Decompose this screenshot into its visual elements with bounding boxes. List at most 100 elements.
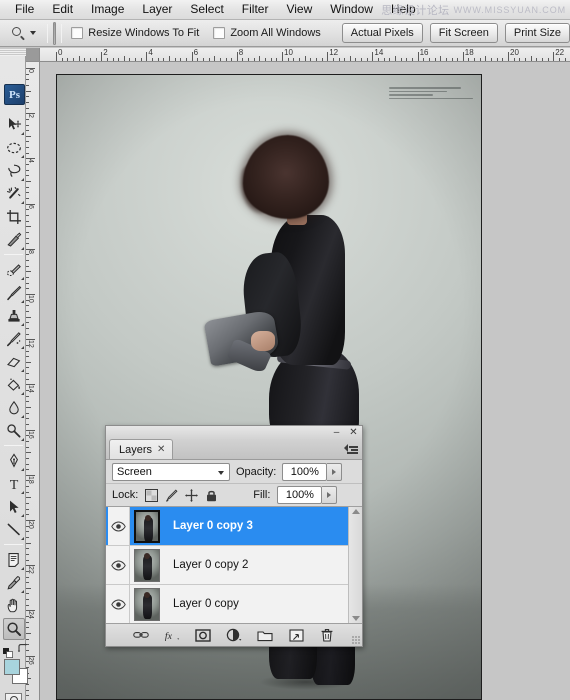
menu-item-select[interactable]: Select [181, 1, 232, 18]
tool-expand-corner[interactable] [21, 392, 24, 395]
panel-menu-button[interactable] [344, 444, 358, 456]
layer-style-button[interactable]: fx [164, 627, 180, 643]
tool-expand-corner[interactable] [21, 468, 24, 471]
tool-expand-corner[interactable] [21, 346, 24, 349]
notes-tool[interactable] [3, 549, 25, 571]
layer-visibility-toggle[interactable] [108, 507, 130, 545]
layer-name[interactable]: Layer 0 copy [173, 598, 239, 610]
path-selection-tool[interactable] [3, 496, 25, 518]
zoom-all-windows-row[interactable]: Zoom All Windows [213, 27, 321, 39]
tool-expand-corner[interactable] [21, 537, 24, 540]
zoom-in-button[interactable] [54, 22, 56, 44]
tool-expand-corner[interactable] [21, 514, 24, 517]
eraser-tool[interactable] [3, 351, 25, 373]
resize-windows-to-fit-row[interactable]: Resize Windows To Fit [71, 27, 199, 39]
menu-item-layer[interactable]: Layer [133, 1, 181, 18]
lock-all-icon[interactable] [205, 489, 218, 502]
pen-tool[interactable] [3, 450, 25, 472]
layer-list[interactable]: Layer 0 copy 3 Layer 0 copy 2 Layer 0 co… [106, 507, 362, 624]
toolbox-drag-handle[interactable] [0, 48, 26, 56]
table-row[interactable]: Layer 0 copy 2 [106, 546, 362, 585]
lock-transparent-pixels-icon[interactable] [145, 488, 159, 502]
layer-thumbnail[interactable] [134, 509, 160, 543]
lock-image-pixels-icon[interactable] [165, 488, 178, 502]
new-fill-adjustment-button[interactable] [226, 627, 242, 643]
default-colors-icon[interactable] [3, 645, 13, 658]
tab-layers[interactable]: Layers ✕ [109, 439, 174, 459]
close-icon[interactable]: ✕ [348, 427, 359, 438]
magic-wand-tool[interactable] [3, 183, 25, 205]
horizontal-ruler[interactable]: 0 2 4 6 8 10 12 14 16 18 20 22 [40, 48, 570, 62]
tool-expand-corner[interactable] [21, 178, 24, 181]
menu-item-file[interactable]: File [6, 1, 43, 18]
menu-item-edit[interactable]: Edit [43, 1, 82, 18]
eyedropper-tool[interactable] [3, 572, 25, 594]
fill-slider-button[interactable] [322, 486, 338, 504]
history-brush-tool[interactable] [3, 328, 25, 350]
zoom-all-windows-checkbox[interactable] [213, 27, 226, 39]
move-tool[interactable] [3, 114, 25, 136]
menu-item-filter[interactable]: Filter [233, 1, 278, 18]
foreground-color-swatch[interactable] [4, 659, 20, 675]
type-tool[interactable]: T [3, 473, 25, 495]
scroll-up-icon[interactable] [351, 509, 360, 514]
fit-screen-button[interactable]: Fit Screen [429, 23, 498, 43]
layer-visibility-toggle[interactable] [108, 585, 130, 623]
tool-expand-corner[interactable] [21, 491, 24, 494]
tool-expand-corner[interactable] [21, 323, 24, 326]
layer-list-scrollbar[interactable] [348, 507, 362, 623]
table-row[interactable]: Layer 0 copy [106, 585, 362, 623]
layer-visibility-toggle[interactable] [108, 546, 130, 584]
tool-expand-corner[interactable] [21, 300, 24, 303]
table-row[interactable]: Layer 0 copy 3 [106, 507, 362, 546]
opacity-slider-button[interactable] [327, 462, 343, 481]
panel-resize-grip[interactable] [352, 636, 360, 644]
fill-input[interactable]: 100% [277, 486, 323, 504]
layer-name[interactable]: Layer 0 copy 2 [173, 559, 248, 571]
tool-expand-corner[interactable] [21, 567, 24, 570]
panel-title-bar[interactable]: – ✕ [106, 426, 362, 439]
paint-bucket-tool[interactable] [3, 374, 25, 396]
tool-expand-corner[interactable] [21, 590, 24, 593]
dodge-tool[interactable] [3, 420, 25, 442]
brush-tool[interactable] [3, 282, 25, 304]
clone-stamp-tool[interactable] [3, 305, 25, 327]
lasso-tool[interactable] [3, 160, 25, 182]
print-size-button[interactable]: Print Size [504, 23, 570, 43]
minimize-icon[interactable]: – [331, 427, 342, 438]
tool-expand-corner[interactable] [21, 155, 24, 158]
scroll-down-icon[interactable] [351, 616, 360, 621]
crop-tool[interactable] [3, 206, 25, 228]
tool-expand-corner[interactable] [21, 277, 24, 280]
tool-expand-corner[interactable] [21, 369, 24, 372]
slice-tool[interactable] [3, 229, 25, 251]
quick-mask-mode-button[interactable] [5, 693, 22, 700]
add-layer-mask-button[interactable] [195, 627, 211, 643]
opacity-input[interactable]: 100% [282, 462, 328, 481]
resize-windows-to-fit-checkbox[interactable] [71, 27, 84, 39]
current-tool-group[interactable] [6, 25, 42, 42]
menu-item-view[interactable]: View [277, 1, 321, 18]
tool-expand-corner[interactable] [21, 201, 24, 204]
zoom-tool[interactable] [3, 618, 25, 640]
ruler-corner[interactable] [26, 48, 40, 62]
tool-expand-corner[interactable] [21, 438, 24, 441]
tool-expand-corner[interactable] [21, 132, 24, 135]
new-group-button[interactable] [257, 627, 273, 643]
swap-colors-icon[interactable] [17, 643, 28, 657]
layer-name[interactable]: Layer 0 copy 3 [173, 520, 253, 532]
hand-tool[interactable] [3, 595, 25, 617]
new-layer-button[interactable] [288, 627, 304, 643]
healing-brush-tool[interactable] [3, 259, 25, 281]
lock-position-icon[interactable] [185, 488, 199, 502]
fill-control[interactable]: 100% [277, 486, 338, 504]
tab-close-icon[interactable]: ✕ [157, 444, 165, 455]
blur-tool[interactable] [3, 397, 25, 419]
tool-expand-corner[interactable] [21, 247, 24, 250]
opacity-control[interactable]: 100% [282, 462, 343, 481]
delete-layer-button[interactable] [319, 627, 335, 643]
link-layers-button[interactable] [133, 627, 149, 643]
layers-panel[interactable]: – ✕ Layers ✕ Screen Opacity: 100% Lock: … [105, 425, 363, 647]
layer-thumbnail[interactable] [134, 548, 160, 582]
line-tool[interactable] [3, 519, 25, 541]
